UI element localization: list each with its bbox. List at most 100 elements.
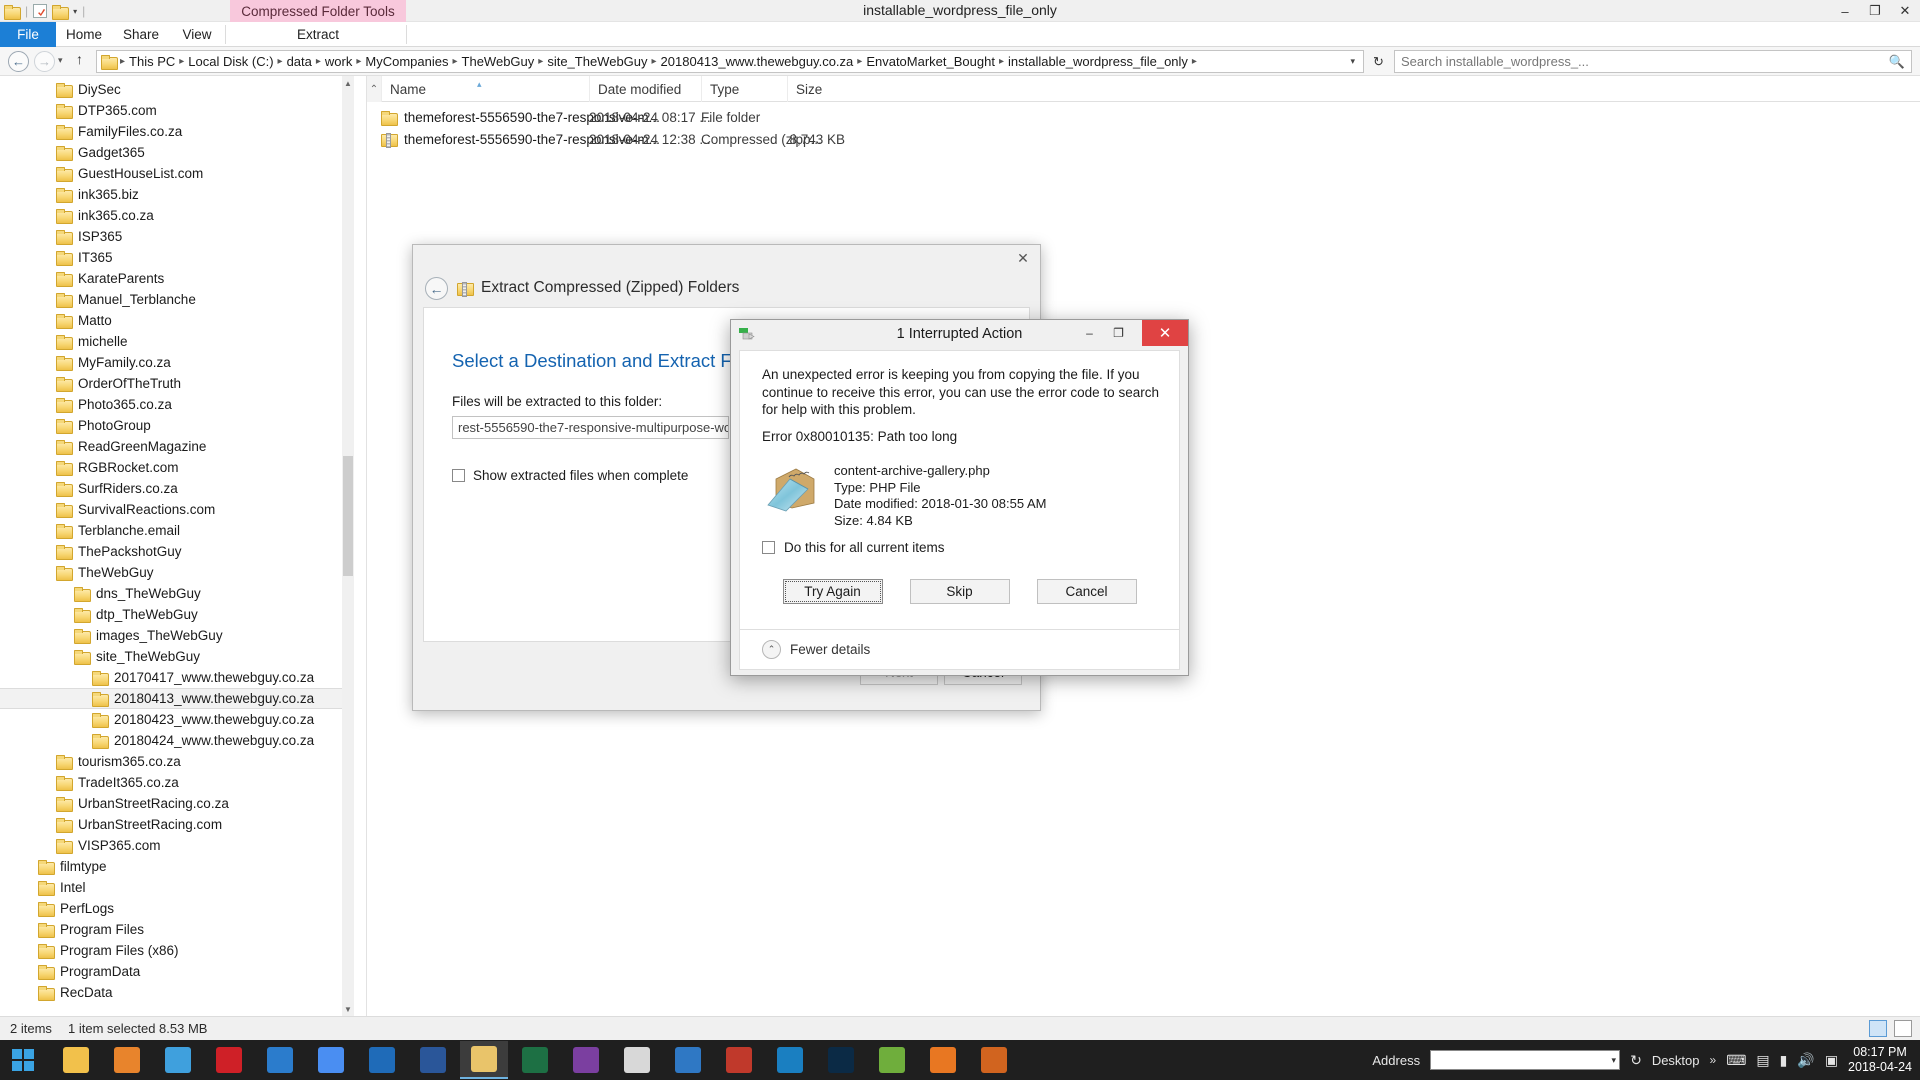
tree-item[interactable]: images_TheWebGuy xyxy=(0,625,354,646)
tree-item[interactable]: Intel xyxy=(0,877,354,898)
address-breadcrumb-bar[interactable]: ▸ This PC ▸ Local Disk (C:) ▸ data ▸ wor… xyxy=(96,50,1364,73)
back-button[interactable]: ← xyxy=(8,51,29,72)
tree-item[interactable]: 20180413_www.thewebguy.co.za xyxy=(0,688,354,709)
do-this-for-all-row[interactable]: Do this for all current items xyxy=(762,540,945,555)
skip-button[interactable]: Skip xyxy=(909,579,1010,604)
tree-item[interactable]: PhotoGroup xyxy=(0,415,354,436)
desktop-toolbar-label[interactable]: Desktop xyxy=(1652,1053,1700,1068)
show-extracted-checkbox[interactable] xyxy=(452,469,465,482)
tree-item[interactable]: michelle xyxy=(0,331,354,352)
tree-item[interactable]: UrbanStreetRacing.com xyxy=(0,814,354,835)
breadcrumb-item-20180413[interactable]: 20180413_www.thewebguy.co.za xyxy=(658,54,857,69)
tree-item[interactable]: 20180423_www.thewebguy.co.za xyxy=(0,709,354,730)
tree-item[interactable]: Program Files (x86) xyxy=(0,940,354,961)
tiles-view-icon[interactable] xyxy=(1894,1020,1912,1037)
try-again-button[interactable]: Try Again xyxy=(782,579,883,604)
address-dropdown-icon[interactable]: ▾ xyxy=(1346,56,1361,67)
address-toolbar-input[interactable]: ▾ xyxy=(1430,1050,1621,1070)
navigation-pane[interactable]: DiySec DTP365.com FamilyFiles.co.za Gadget3… xyxy=(0,76,354,1016)
status-view-buttons[interactable] xyxy=(1869,1020,1912,1037)
edge-taskbar-icon[interactable] xyxy=(256,1041,304,1079)
folder-tree[interactable]: DiySec DTP365.com FamilyFiles.co.za Gadget3… xyxy=(0,76,354,1003)
close-icon[interactable]: ✕ xyxy=(1008,247,1038,269)
tree-item[interactable]: site_TheWebGuy xyxy=(0,646,354,667)
tree-item[interactable]: TradeIt365.co.za xyxy=(0,772,354,793)
breadcrumb-item-local-disk[interactable]: Local Disk (C:) xyxy=(185,54,276,69)
maximize-button[interactable]: ❐ xyxy=(1860,0,1890,22)
explorer-window-taskbar-icon[interactable] xyxy=(460,1041,508,1079)
tree-item[interactable]: FamilyFiles.co.za xyxy=(0,121,354,142)
start-button[interactable] xyxy=(0,1040,46,1080)
onenote-taskbar-icon[interactable] xyxy=(562,1041,610,1079)
file-explorer-taskbar-icon[interactable] xyxy=(52,1041,100,1079)
breadcrumb-item-site-thewebguy[interactable]: site_TheWebGuy xyxy=(544,54,650,69)
action-center-icon[interactable]: ▣ xyxy=(1825,1052,1838,1069)
flame-taskbar-icon[interactable] xyxy=(970,1041,1018,1079)
tree-item[interactable]: ink365.co.za xyxy=(0,205,354,226)
show-extracted-checkbox-row[interactable]: Show extracted files when complete xyxy=(452,468,688,483)
tree-item[interactable]: MyFamily.co.za xyxy=(0,352,354,373)
tree-item[interactable]: Program Files xyxy=(0,919,354,940)
excel-taskbar-icon[interactable] xyxy=(511,1041,559,1079)
calculator-taskbar-icon[interactable] xyxy=(613,1041,661,1079)
tree-item[interactable]: ink365.biz xyxy=(0,184,354,205)
breadcrumb-item-data[interactable]: data xyxy=(284,54,315,69)
details-view-icon[interactable] xyxy=(1869,1020,1887,1037)
tab-extract[interactable]: Extract xyxy=(230,22,406,47)
table-row[interactable]: themeforest-5556590-the7-responsive-m...… xyxy=(367,128,1920,150)
minimize-button[interactable]: – xyxy=(1830,0,1860,22)
window-controls[interactable]: – ❐ ✕ xyxy=(1830,0,1920,22)
tab-view[interactable]: View xyxy=(170,22,224,47)
tree-item[interactable]: filmtype xyxy=(0,856,354,877)
cancel-button[interactable]: Cancel xyxy=(1036,579,1137,604)
tree-item[interactable]: 20180424_www.thewebguy.co.za xyxy=(0,730,354,751)
recent-locations-icon[interactable]: ▾ xyxy=(58,55,63,66)
tree-item[interactable]: PerfLogs xyxy=(0,898,354,919)
tree-item[interactable]: IT365 xyxy=(0,247,354,268)
chevron-up-icon[interactable]: ⌃ xyxy=(762,640,781,659)
scroll-up-icon[interactable]: ▲ xyxy=(342,76,354,90)
breadcrumb-item-this-pc[interactable]: This PC xyxy=(126,54,178,69)
tree-item[interactable]: OrderOfTheTruth xyxy=(0,373,354,394)
tree-item[interactable]: ReadGreenMagazine xyxy=(0,436,354,457)
error-maximize-button[interactable]: ❐ xyxy=(1104,320,1133,346)
interrupted-action-dialog[interactable]: 1 Interrupted Action – ❐ ✕ An unexpected… xyxy=(730,319,1189,676)
refresh-icon[interactable]: ↻ xyxy=(1630,1052,1642,1069)
tree-item[interactable]: GuestHouseList.com xyxy=(0,163,354,184)
tree-item[interactable]: tourism365.co.za xyxy=(0,751,354,772)
table-row[interactable]: themeforest-5556590-the7-responsive-m...… xyxy=(367,106,1920,128)
search-icon[interactable]: 🔍 xyxy=(1889,54,1905,70)
tab-file[interactable]: File xyxy=(0,22,56,47)
firefox-taskbar-icon[interactable] xyxy=(103,1041,151,1079)
tree-item[interactable]: Terblanche.email xyxy=(0,520,354,541)
chevron-down-icon[interactable]: ▾ xyxy=(1612,1055,1617,1066)
mail-taskbar-icon[interactable] xyxy=(664,1041,712,1079)
column-header-type[interactable]: Type xyxy=(701,76,787,102)
tree-item[interactable]: UrbanStreetRacing.co.za xyxy=(0,793,354,814)
column-header-row[interactable]: ⌃ Name ▴ Date modified Type Size xyxy=(367,76,1920,102)
tab-home[interactable]: Home xyxy=(56,22,112,47)
tree-item[interactable]: VISP365.com xyxy=(0,835,354,856)
search-input[interactable]: Search installable_wordpress_... 🔍 xyxy=(1394,50,1912,73)
navpane-scrollbar[interactable]: ▲ ▼ xyxy=(342,76,354,1016)
tree-item[interactable]: dns_TheWebGuy xyxy=(0,583,354,604)
filezilla-taskbar-icon[interactable] xyxy=(715,1041,763,1079)
word-taskbar-icon[interactable] xyxy=(409,1041,457,1079)
up-button[interactable]: ↑ xyxy=(76,51,83,67)
breadcrumb-item-thewebguy[interactable]: TheWebGuy xyxy=(459,54,538,69)
fewer-details-toggle[interactable]: ⌃ Fewer details xyxy=(762,640,870,659)
destination-path-input[interactable]: rest-5556590-the7-responsive-multipurpos… xyxy=(452,416,729,439)
tree-item[interactable]: Matto xyxy=(0,310,354,331)
teamviewer-taskbar-icon[interactable] xyxy=(766,1041,814,1079)
refresh-button[interactable]: ↻ xyxy=(1369,52,1388,71)
forward-button[interactable]: → xyxy=(34,51,55,72)
breadcrumb[interactable]: ▸ This PC ▸ Local Disk (C:) ▸ data ▸ wor… xyxy=(119,54,1346,69)
taskbar-items[interactable] xyxy=(52,1040,1018,1080)
column-header-name[interactable]: Name xyxy=(381,76,589,102)
notepadpp-taskbar-icon[interactable] xyxy=(868,1041,916,1079)
tree-item[interactable]: DiySec xyxy=(0,79,354,100)
tree-item[interactable]: Gadget365 xyxy=(0,142,354,163)
taskbar[interactable]: Address ▾ ↻ Desktop » ⌨ ▤ ▮ 🔊 ▣ 08:17 PM… xyxy=(0,1040,1920,1080)
tree-item[interactable]: dtp_TheWebGuy xyxy=(0,604,354,625)
photoshop-taskbar-icon[interactable] xyxy=(817,1041,865,1079)
